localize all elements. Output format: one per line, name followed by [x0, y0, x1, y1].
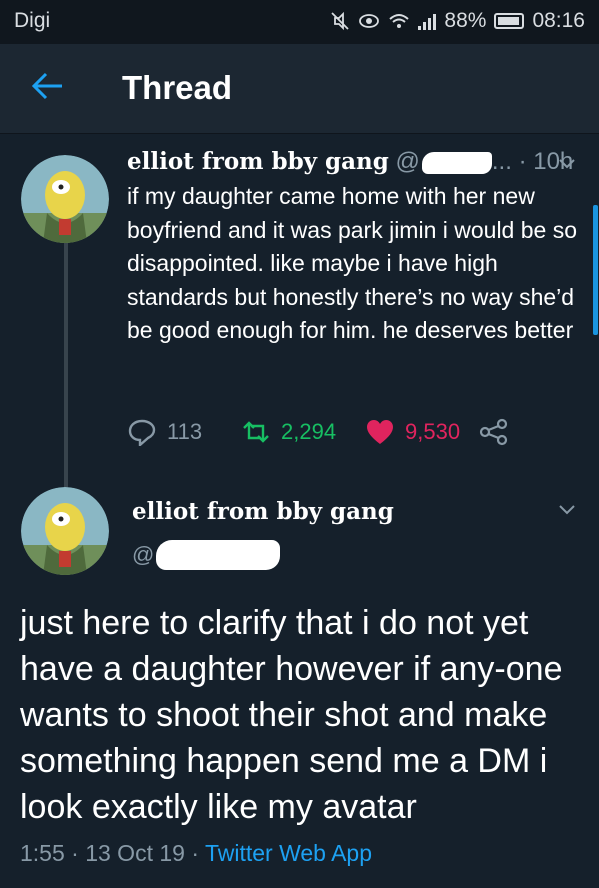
- status-icons: 88% 08:16: [330, 9, 585, 33]
- retweet-button[interactable]: 2,294: [241, 418, 336, 446]
- arrow-left-icon[interactable]: [28, 66, 68, 106]
- tweet-meta: 1:55 · 13 Oct 19 · Twitter Web App: [20, 840, 372, 867]
- redacted-handle: [421, 151, 492, 174]
- battery-percent: 88%: [444, 9, 487, 32]
- share-icon: [479, 418, 508, 446]
- app-header: Thread: [0, 44, 599, 134]
- scrollbar[interactable]: [593, 205, 598, 335]
- share-button[interactable]: [479, 418, 509, 446]
- user-handle[interactable]: @...: [396, 148, 512, 175]
- reply-count: 113: [167, 419, 203, 444]
- tweet-timestamp: 1:55 · 13 Oct 19 ·: [20, 840, 205, 866]
- chevron-down-icon[interactable]: [557, 157, 577, 171]
- avatar[interactable]: [21, 487, 109, 575]
- retweet-count: 2,294: [281, 419, 337, 444]
- battery-icon: [494, 13, 525, 29]
- like-count: 9,530: [405, 419, 461, 444]
- display-name[interactable]: elliot from bby gang: [132, 498, 394, 525]
- display-name[interactable]: elliot from bby gang: [127, 148, 389, 175]
- avatar[interactable]: [21, 155, 109, 243]
- reply-button[interactable]: 113: [127, 418, 202, 446]
- user-handle[interactable]: @: [132, 540, 281, 570]
- thread-connector: [64, 243, 68, 490]
- page-title: Thread: [122, 69, 233, 106]
- reply-icon: [128, 419, 156, 446]
- signal-icon: [418, 12, 437, 30]
- status-bar: Digi 88% 08:16: [0, 0, 599, 44]
- tweet-source-link[interactable]: Twitter Web App: [205, 840, 372, 866]
- tweet-header: elliot from bby gang @... · 10h: [127, 148, 573, 176]
- retweet-icon: [243, 421, 269, 443]
- heart-icon: [367, 420, 393, 444]
- carrier-name: Digi: [14, 9, 51, 32]
- tweet-text: just here to clarify that i do not yet h…: [20, 604, 563, 826]
- like-button[interactable]: 9,530: [365, 418, 460, 446]
- tweet-text: if my daughter came home with her new bo…: [127, 183, 578, 344]
- status-time: 08:16: [532, 9, 585, 32]
- redacted-handle: [156, 540, 281, 570]
- eye-icon: [359, 14, 380, 28]
- mute-icon: [331, 11, 350, 31]
- chevron-down-icon[interactable]: [557, 503, 577, 517]
- wifi-icon: [389, 14, 410, 28]
- tweet-actions: 113 2,294 9,530: [127, 418, 567, 452]
